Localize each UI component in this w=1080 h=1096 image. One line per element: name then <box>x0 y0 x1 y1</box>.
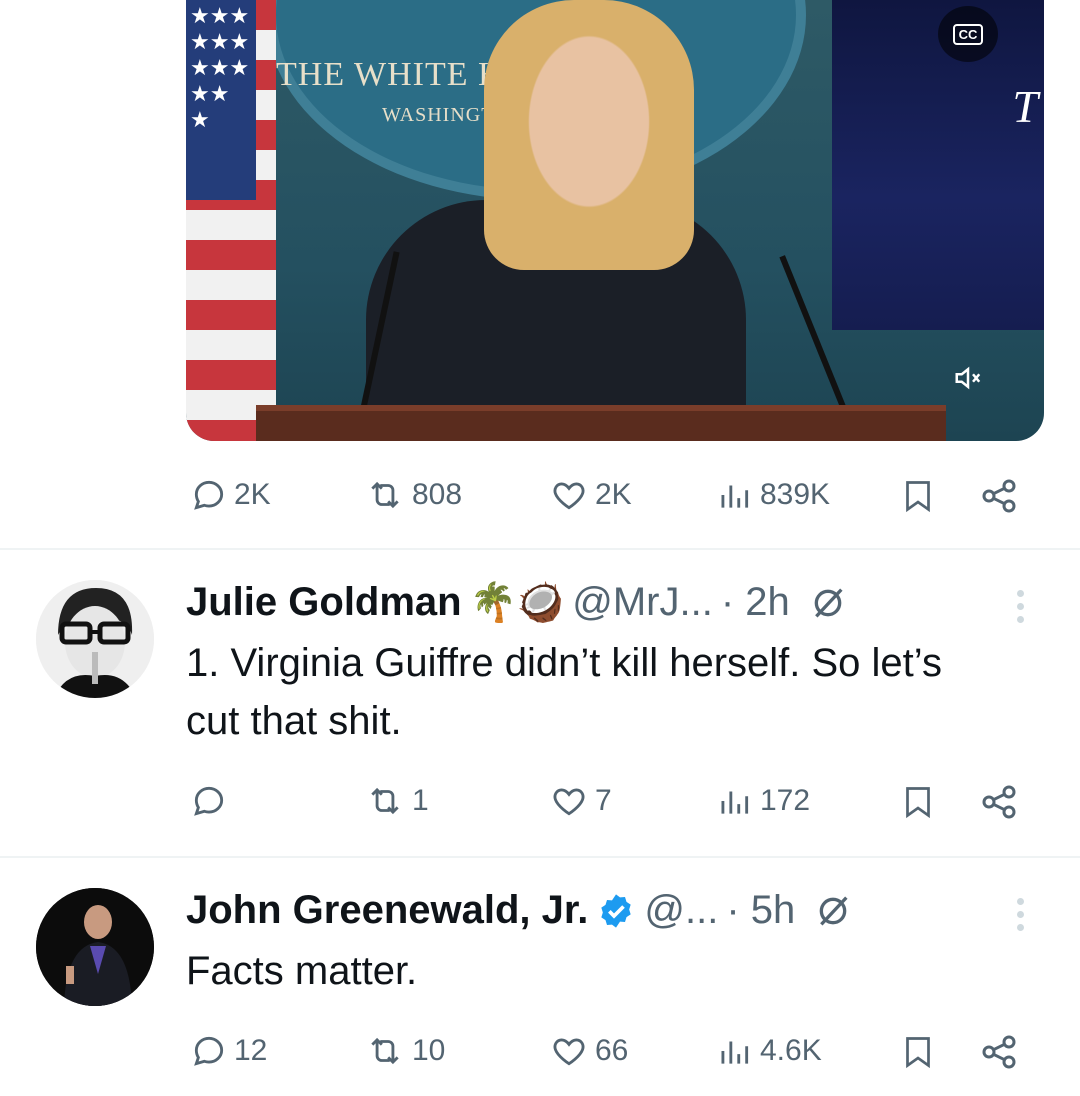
bookmark-button[interactable] <box>900 476 936 516</box>
grok-icon[interactable] <box>808 583 848 623</box>
us-flag: ★★★ ★★★ ★★★ ★★ ★ <box>186 0 276 441</box>
verified-badge-icon <box>601 893 632 928</box>
like-button[interactable]: 2K <box>549 476 632 514</box>
views-bar-chart-icon <box>721 485 749 508</box>
views-button[interactable]: 4.6K <box>714 1032 822 1070</box>
heart-icon <box>553 1038 585 1066</box>
views-bar-chart-icon <box>721 1041 749 1064</box>
views-count: 172 <box>760 784 811 817</box>
background-screen: T <box>832 0 1044 330</box>
reply-button[interactable]: 2K <box>190 476 271 514</box>
repost-icon <box>371 1037 399 1065</box>
author-name[interactable]: John Greenewald, Jr. <box>186 888 588 933</box>
more-dot-icon <box>1016 590 1024 597</box>
heart-icon <box>553 788 585 816</box>
bookmark-button[interactable] <box>900 782 936 822</box>
speaker-muted-icon <box>955 366 981 390</box>
reply-button[interactable] <box>190 782 234 820</box>
post-time[interactable]: · 2h <box>721 580 790 625</box>
bookmark-icon <box>906 1037 930 1069</box>
reply-icon <box>194 1036 224 1066</box>
share-button[interactable] <box>978 1032 1020 1072</box>
video-player[interactable]: THE WHITE HOUSE WASHINGTON ★★★ ★★★ ★★★ ★★ ★ … <box>186 0 1044 441</box>
more-options-button[interactable] <box>1010 590 1030 623</box>
repost-count: 10 <box>412 1034 446 1067</box>
post-time[interactable]: · 5h <box>726 888 795 933</box>
reply-count: 12 <box>234 1034 268 1067</box>
share-icon <box>982 479 1016 513</box>
like-count: 2K <box>595 478 632 511</box>
like-count: 7 <box>595 784 612 817</box>
avatar-portrait <box>36 888 154 1006</box>
grok-icon[interactable] <box>813 891 853 931</box>
avatar[interactable] <box>36 580 154 698</box>
share-button[interactable] <box>978 782 1020 822</box>
more-dot-icon <box>1016 898 1024 905</box>
tweet-text: 1. Virginia Guiffre didn’t kill herself.… <box>186 641 942 743</box>
bookmark-icon <box>906 481 930 513</box>
views-count: 839K <box>760 478 831 511</box>
views-button[interactable]: 172 <box>714 782 810 820</box>
tweet-text: Facts matter. <box>186 949 418 993</box>
share-icon <box>982 785 1016 819</box>
mute-button[interactable] <box>938 350 998 406</box>
repost-button[interactable]: 10 <box>364 1032 445 1070</box>
divider <box>0 856 1080 858</box>
author-handle[interactable]: @... <box>644 888 718 933</box>
views-count: 4.6K <box>760 1034 822 1067</box>
author-name[interactable]: Julie Goldman <box>186 580 462 625</box>
like-button[interactable]: 66 <box>549 1032 628 1070</box>
bookmark-icon <box>906 787 930 819</box>
avatar[interactable] <box>36 888 154 1006</box>
reply-icon <box>194 786 224 816</box>
author-emoji: 🌴🥥 <box>469 581 565 624</box>
bookmark-button[interactable] <box>900 1032 936 1072</box>
like-button[interactable]: 7 <box>549 782 612 820</box>
repost-icon <box>371 787 399 815</box>
repost-count: 808 <box>412 478 463 511</box>
reply-icon <box>194 480 224 510</box>
views-button[interactable]: 839K <box>714 476 830 514</box>
more-options-button[interactable] <box>1010 898 1030 931</box>
podium <box>256 405 946 441</box>
repost-icon <box>371 481 399 509</box>
heart-icon <box>553 482 585 510</box>
share-icon <box>982 1035 1016 1069</box>
repost-count: 1 <box>412 784 429 817</box>
author-handle[interactable]: @MrJ... <box>572 580 713 625</box>
speaker-head <box>484 0 694 270</box>
reply-count: 2K <box>234 478 271 511</box>
reply-button[interactable]: 12 <box>190 1032 267 1070</box>
repost-button[interactable]: 1 <box>364 782 429 820</box>
like-count: 66 <box>595 1034 629 1067</box>
share-button[interactable] <box>978 476 1020 516</box>
repost-button[interactable]: 808 <box>364 476 462 514</box>
avatar-portrait <box>36 580 154 698</box>
cc-label: CC <box>952 23 984 45</box>
screen-letter: T <box>1012 81 1038 132</box>
views-bar-chart-icon <box>721 791 749 814</box>
captions-button[interactable]: CC <box>938 6 998 62</box>
divider <box>0 548 1080 550</box>
